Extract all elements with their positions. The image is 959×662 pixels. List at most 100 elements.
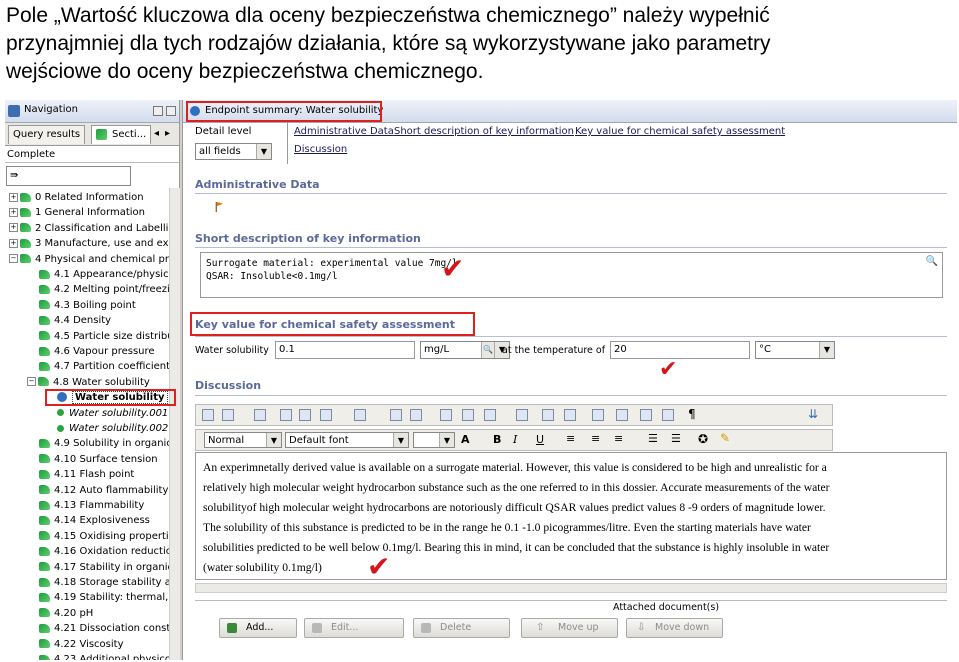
link-key-value[interactable]: Key value for chemical safety assessment [575,126,785,137]
sidebar-item-particle-size[interactable]: 4.5 Particle size distribu [39,329,169,344]
sidebar-item-oxidation-reduction[interactable]: 4.16 Oxidation reductio [39,544,169,559]
search-icon[interactable]: 🔍 [926,256,938,267]
sidebar-item-density[interactable]: 4.4 Density [39,313,169,328]
expand-icon[interactable]: + [9,207,18,217]
font-size-select[interactable]: ▼ [413,432,455,448]
sidebar-item-related-information[interactable]: +0 Related Information [9,190,169,205]
sidebar-item-melting-point[interactable]: 4.2 Melting point/freezir [39,282,169,297]
filter-input[interactable]: ⇛ [6,166,131,186]
water-solubility-input[interactable]: 0.1 [275,341,415,359]
sidebar-item-additional-physico[interactable]: 4.23 Additional physico [39,652,169,660]
new-icon[interactable] [202,409,214,421]
align-center-icon[interactable]: ≡ [591,432,600,445]
tab-query-results[interactable]: Query results [8,125,86,144]
link-administrative-data[interactable]: Administrative Data [294,126,394,137]
sidebar-item-viscosity[interactable]: 4.22 Viscosity [39,637,169,652]
expand-toolbar-icon[interactable]: ⇊ [808,407,820,421]
sidebar-item-flammability[interactable]: 4.13 Flammability [39,498,169,513]
italic-icon[interactable]: I [513,433,517,446]
sidebar-item-explosiveness[interactable]: 4.14 Explosiveness [39,513,169,528]
link-short-description[interactable]: Short description of key information [394,126,574,137]
spellcheck-icon[interactable]: ✪ [698,432,708,446]
sidebar-item-classification-labelling[interactable]: +2 Classification and Labellin [9,221,169,236]
grid-icon[interactable] [616,409,628,421]
link-discussion[interactable]: Discussion [294,144,347,155]
sidebar-item-physical-chemical-properties[interactable]: − 4 Physical and chemical pro [9,252,169,267]
delete-button[interactable]: Delete [413,618,510,638]
flag-icon[interactable] [214,202,224,212]
paste-icon[interactable] [320,409,332,421]
cell-icon[interactable] [592,409,604,421]
move-down-button[interactable]: ⇩ Move down [626,618,723,638]
sidebar-item-water-solubility-section[interactable]: − 4.8 Water solubility [27,375,157,390]
sidebar-item-vapour-pressure[interactable]: 4.6 Vapour pressure [39,344,169,359]
table-row-icon[interactable] [462,409,474,421]
short-description-textarea[interactable]: Surrogate material: experimental value 7… [200,252,943,298]
paragraph-style-select[interactable]: Normal ▼ [204,432,282,448]
maximize-icon[interactable] [166,106,176,116]
unit-select[interactable]: mg/L 🔍 ▼ [420,341,510,359]
font-color-icon[interactable]: A [461,433,470,446]
sidebar-item-flash-point[interactable]: 4.11 Flash point [39,467,169,482]
minimize-icon[interactable] [153,106,163,116]
temperature-unit-select[interactable]: °C ▼ [755,341,835,359]
copy-icon[interactable] [280,409,292,421]
discussion-editor[interactable]: An experimnetally derived value is avail… [195,452,947,580]
pilcrow-icon[interactable]: ¶ [688,407,700,421]
expand-icon[interactable]: + [9,238,18,248]
search-icon[interactable]: 🔍 [481,342,495,358]
sidebar-item-stability-thermal[interactable]: 4.19 Stability: thermal, s [39,590,169,605]
table-merge-icon[interactable] [516,409,528,421]
sidebar-item-water-solubility-002[interactable]: Water solubility.002 [57,421,169,436]
table-props-icon[interactable] [564,409,576,421]
navigation-scrollbar[interactable] [169,188,180,660]
link-icon[interactable] [662,409,674,421]
chevron-right-icon[interactable]: ▸ [165,128,170,139]
underline-icon[interactable]: U [536,433,544,446]
sidebar-item-water-solubility-001[interactable]: Water solubility.001 [57,406,169,421]
table-split-icon[interactable] [542,409,554,421]
expand-icon[interactable]: + [9,192,18,202]
navigation-title: Navigation [24,104,78,115]
bullet-list-icon[interactable]: ☰ [671,432,681,445]
sidebar-item-oxidising-properties[interactable]: 4.15 Oxidising propertie [39,529,169,544]
table-insert-icon[interactable] [440,409,452,421]
sidebar-item-ph[interactable]: 4.20 pH [39,606,169,621]
sidebar-item-appearance[interactable]: 4.1 Appearance/physica [39,267,169,282]
highlight-icon[interactable]: ✎ [720,431,730,445]
sidebar-item-surface-tension[interactable]: 4.10 Surface tension [39,452,169,467]
undo-icon[interactable] [390,409,402,421]
sidebar-item-dissociation-constant[interactable]: 4.21 Dissociation consta [39,621,169,636]
table-icon[interactable] [354,409,366,421]
collapse-icon[interactable]: − [27,377,36,387]
move-up-button[interactable]: ⇧ Move up [521,618,618,638]
print-icon[interactable] [254,409,266,421]
open-icon[interactable] [222,409,234,421]
sidebar-item-solubility-organic[interactable]: 4.9 Solubility in organic [39,436,169,451]
sidebar-item-manufacture-use-exposure[interactable]: +3 Manufacture, use and exp [9,236,169,251]
numbered-list-icon[interactable]: ☰ [648,432,658,445]
bold-icon[interactable]: B [493,433,501,446]
sidebar-item-auto-flammability[interactable]: 4.12 Auto flammability [39,483,169,498]
image-icon[interactable] [640,409,652,421]
sidebar-item-general-information[interactable]: +1 General Information [9,205,169,220]
detail-level-select[interactable]: all fields ▼ [195,143,272,160]
add-button[interactable]: Add... [219,618,297,638]
sidebar-item-boiling-point[interactable]: 4.3 Boiling point [39,298,169,313]
align-left-icon[interactable]: ≡ [566,432,575,445]
expand-icon[interactable]: + [9,223,18,233]
edit-button[interactable]: Edit... [304,618,404,638]
sidebar-item-stability-organic[interactable]: 4.17 Stability in organic [39,560,169,575]
cut-icon[interactable] [299,409,311,421]
align-right-icon[interactable]: ≡ [614,432,623,445]
sidebar-item-partition-coefficient[interactable]: 4.7 Partition coefficient [39,359,169,374]
temperature-input[interactable]: 20 [610,341,750,359]
chevron-left-icon[interactable]: ◂ [154,128,159,139]
redo-icon[interactable] [410,409,422,421]
table-col-icon[interactable] [484,409,496,421]
horizontal-scrollbar[interactable] [195,583,947,593]
sidebar-item-storage-stability[interactable]: 4.18 Storage stability an [39,575,169,590]
tab-sections[interactable]: Secti... [91,125,152,144]
collapse-icon[interactable]: − [9,254,18,264]
font-select[interactable]: Default font ▼ [285,432,409,448]
